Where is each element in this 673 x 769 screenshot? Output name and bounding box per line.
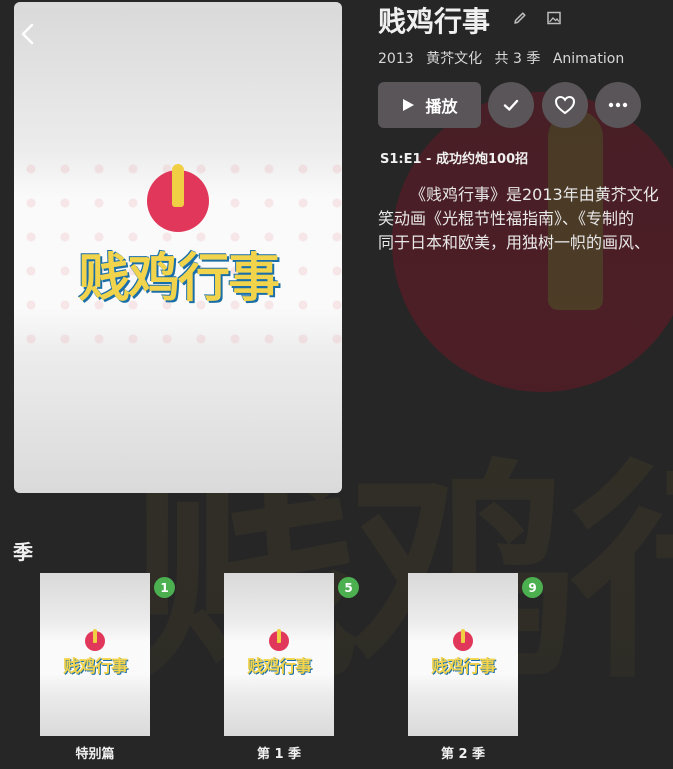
pencil-icon — [514, 12, 526, 24]
edit-images-button[interactable] — [546, 10, 562, 26]
season-poster: 贱鸡行事 — [40, 573, 150, 736]
overview-line: 同于日本和欧美，用独树一帜的画风、 — [378, 233, 651, 252]
season-logo: 贱鸡行事 — [224, 629, 334, 677]
play-button[interactable]: 播放 — [378, 82, 481, 128]
poster-logo-text: 贱鸡行事 — [77, 249, 280, 309]
season-logo: 贱鸡行事 — [40, 629, 150, 677]
poster-logo: 贱鸡行事 — [14, 163, 342, 311]
page-title: 贱鸡行事 — [378, 5, 491, 38]
overview-line: 笑动画《光棍节性福指南》、《专制的 — [378, 209, 635, 228]
poster-image: 贱鸡行事 — [14, 2, 342, 493]
edit-button[interactable] — [512, 10, 528, 26]
image-icon — [547, 11, 561, 25]
play-button-label: 播放 — [425, 97, 458, 116]
play-icon — [403, 99, 415, 111]
next-up-episode[interactable]: S1:E1 - 成功约炮100招 — [380, 148, 528, 167]
chevron-left-icon — [21, 23, 34, 45]
more-options-button[interactable] — [595, 82, 641, 128]
meta-genre[interactable]: Animation — [553, 51, 624, 67]
meta-studio[interactable]: 黄芥文化 — [426, 51, 482, 67]
season-logo-text: 贱鸡行事 — [431, 657, 496, 677]
more-icon — [608, 102, 628, 108]
season-poster: 贱鸡行事 — [408, 573, 518, 736]
season-logo: 贱鸡行事 — [408, 629, 518, 677]
season-label: 第 2 季 — [440, 747, 486, 762]
heart-icon — [554, 95, 576, 115]
back-button[interactable] — [16, 20, 40, 48]
episode-count-badge: 5 — [338, 577, 359, 598]
episode-count-badge: 1 — [154, 577, 175, 598]
season-logo-text: 贱鸡行事 — [63, 657, 128, 677]
overview-text: 《贱鸡行事》是2013年由黄芥文化 笑动画《光棍节性福指南》、《专制的 同于日本… — [378, 183, 673, 259]
season-poster: 贱鸡行事 — [224, 573, 334, 736]
meta-season-count: 共 3 季 — [494, 51, 541, 67]
season-label: 特别篇 — [75, 747, 115, 762]
overview-line: 《贱鸡行事》是2013年由黄芥文化 — [410, 185, 659, 204]
seasons-heading: 季 — [13, 540, 33, 564]
episode-count-badge: 9 — [522, 577, 543, 598]
logo-emblem — [85, 629, 105, 651]
meta-year: 2013 — [378, 51, 414, 67]
mark-played-button[interactable] — [488, 82, 534, 128]
logo-emblem — [453, 629, 473, 651]
logo-emblem — [147, 163, 209, 232]
metadata-row: 2013 黄芥文化 共 3 季 Animation — [378, 48, 632, 68]
season-logo-text: 贱鸡行事 — [247, 657, 312, 677]
season-label: 第 1 季 — [256, 747, 302, 762]
check-icon — [503, 99, 519, 111]
logo-emblem — [269, 629, 289, 651]
favorite-button[interactable] — [542, 82, 588, 128]
